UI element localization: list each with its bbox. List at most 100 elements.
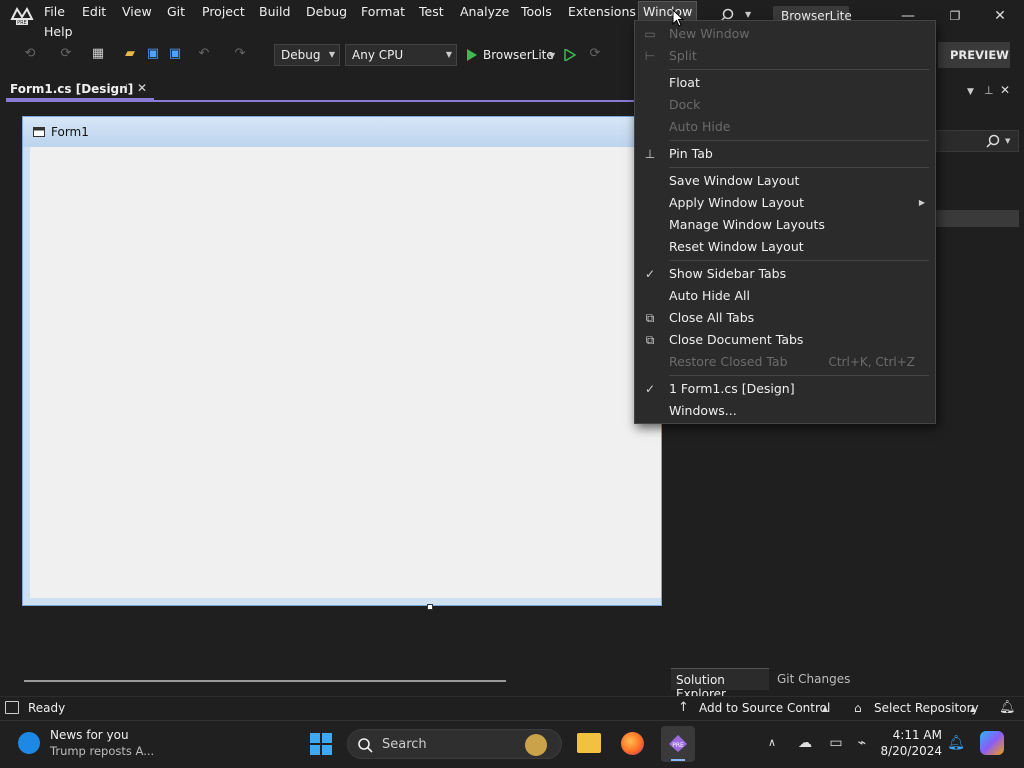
redo-icon[interactable]: ↷ bbox=[232, 46, 248, 62]
form-client-area[interactable] bbox=[30, 147, 661, 598]
resize-handle[interactable] bbox=[427, 604, 433, 610]
menu-item-form1-design[interactable]: ✓ 1 Form1.cs [Design] bbox=[635, 378, 935, 400]
menu-item-auto-hide[interactable]: Auto Hide bbox=[635, 116, 935, 138]
chevron-up-icon[interactable]: ∧ bbox=[763, 734, 781, 752]
close-icon[interactable]: ✕ bbox=[988, 6, 1012, 26]
weather-icon bbox=[18, 732, 40, 754]
notification-bell-icon[interactable]: 🔔︎ bbox=[947, 734, 965, 752]
tree-item-selected[interactable] bbox=[936, 210, 1019, 227]
taskbar-search-box[interactable]: Search bbox=[347, 729, 562, 759]
copilot-icon[interactable] bbox=[980, 731, 1004, 755]
form-icon bbox=[33, 126, 45, 137]
undo-icon[interactable]: ↶ bbox=[196, 46, 212, 62]
add-to-source-control-button[interactable]: ↑ Add to Source Control ▲ bbox=[676, 699, 836, 719]
firefox-icon[interactable] bbox=[621, 732, 644, 755]
tab-solution-explorer[interactable]: Solution Explorer bbox=[671, 668, 769, 701]
menu-item-pin-tab[interactable]: ⊥ Pin Tab bbox=[635, 143, 935, 165]
platform-select[interactable]: Any CPU ▼ bbox=[345, 44, 457, 66]
chevron-down-icon[interactable]: ▼ bbox=[745, 10, 751, 19]
menu-test[interactable]: Test bbox=[417, 2, 446, 21]
vs-logo-icon[interactable]: PRE bbox=[10, 5, 34, 27]
chevron-up-icon: ▲ bbox=[970, 704, 977, 713]
mouse-cursor-icon bbox=[672, 9, 684, 27]
chevron-up-icon: ▲ bbox=[822, 704, 829, 713]
menu-item-label: Close All Tabs bbox=[669, 310, 755, 325]
menu-file[interactable]: File bbox=[42, 2, 67, 21]
menu-item-dock[interactable]: Dock bbox=[635, 94, 935, 116]
menu-window[interactable]: Window bbox=[638, 1, 698, 21]
menu-format[interactable]: Format bbox=[359, 2, 407, 21]
scrollbar-thumb[interactable] bbox=[24, 680, 506, 682]
solution-config-select[interactable]: Debug ▼ bbox=[274, 44, 340, 66]
search-icon bbox=[357, 737, 373, 756]
taskbar-clock[interactable]: 4:11 AM 8/20/2024 bbox=[880, 726, 946, 762]
checkmark-icon: ✓ bbox=[644, 267, 656, 281]
windows-start-icon[interactable] bbox=[309, 732, 333, 756]
tab-git-changes[interactable]: Git Changes bbox=[771, 668, 851, 690]
tab-form1-design[interactable]: Form1.cs [Design] ⊣ ✕ bbox=[6, 80, 154, 100]
solution-search-input[interactable]: ▼ bbox=[936, 130, 1019, 152]
menu-help[interactable]: Help bbox=[42, 22, 75, 41]
start-without-debug-icon[interactable] bbox=[564, 49, 576, 61]
forward-icon[interactable]: ⟳ bbox=[58, 46, 74, 62]
menu-item-close-document-tabs[interactable]: ⧉ Close Document Tabs bbox=[635, 329, 935, 351]
menu-analyze[interactable]: Analyze bbox=[458, 2, 511, 21]
menu-item-close-all-tabs[interactable]: ⧉ Close All Tabs bbox=[635, 307, 935, 329]
menu-item-label: Dock bbox=[669, 97, 701, 112]
menu-item-restore-closed-tab[interactable]: Restore Closed Tab Ctrl+K, Ctrl+Z bbox=[635, 351, 935, 373]
select-repository-label: Select Repository bbox=[874, 701, 979, 715]
form-designer-frame[interactable]: Form1 bbox=[22, 116, 662, 606]
visual-studio-taskbar-icon[interactable]: PRE bbox=[661, 726, 695, 762]
news-widget[interactable]: News for you Trump reposts A... bbox=[14, 726, 174, 762]
menu-item-label: Apply Window Layout bbox=[669, 195, 805, 210]
pin-icon[interactable]: ⊣ bbox=[119, 83, 128, 94]
notification-bell-icon[interactable]: 🔔︎ bbox=[999, 700, 1016, 715]
preview-button[interactable]: PREVIEW bbox=[938, 42, 1010, 68]
menu-item-reset-window-layout[interactable]: Reset Window Layout bbox=[635, 236, 935, 258]
restore-icon[interactable]: ❐ bbox=[943, 6, 967, 26]
onedrive-icon[interactable]: ☁ bbox=[796, 734, 814, 752]
display-icon[interactable]: ▭ bbox=[827, 734, 845, 752]
svg-text:PRE: PRE bbox=[17, 20, 27, 26]
chevron-down-icon[interactable]: ▼ bbox=[967, 87, 974, 97]
menu-item-manage-window-layouts[interactable]: Manage Window Layouts bbox=[635, 214, 935, 236]
menu-extensions[interactable]: Extensions bbox=[566, 2, 638, 21]
chevron-down-icon: ▼ bbox=[549, 51, 556, 60]
horizontal-scrollbar[interactable] bbox=[6, 672, 662, 690]
select-repository-button[interactable]: ⌂ Select Repository ▲ bbox=[852, 699, 982, 719]
menu-item-save-window-layout[interactable]: Save Window Layout bbox=[635, 170, 935, 192]
pin-icon[interactable]: ⊥ bbox=[984, 84, 994, 97]
menu-item-windows[interactable]: Windows... bbox=[635, 400, 935, 422]
menu-view[interactable]: View bbox=[120, 2, 154, 21]
start-debug-button[interactable]: BrowserLite ▼ bbox=[464, 44, 560, 66]
hot-reload-icon[interactable]: ⟳ bbox=[587, 46, 603, 62]
menu-tools[interactable]: Tools bbox=[519, 2, 554, 21]
window-menu-dropdown: ▭ New Window ⊢ Split Float Dock Auto Hid… bbox=[634, 20, 936, 424]
new-project-icon[interactable]: ▦ bbox=[90, 46, 106, 62]
back-icon[interactable]: ⟲ bbox=[22, 46, 38, 62]
save-icon[interactable]: ▣ bbox=[145, 46, 161, 62]
open-folder-icon[interactable]: ▰ bbox=[122, 46, 138, 62]
file-explorer-icon[interactable] bbox=[577, 733, 601, 753]
news-subtitle: Trump reposts A... bbox=[50, 744, 155, 758]
close-icon[interactable]: ✕ bbox=[137, 81, 147, 95]
menu-edit[interactable]: Edit bbox=[80, 2, 108, 21]
menu-item-split[interactable]: ⊢ Split bbox=[635, 45, 935, 67]
menu-build[interactable]: Build bbox=[257, 2, 292, 21]
split-icon: ⊢ bbox=[644, 49, 656, 63]
close-icon[interactable]: ✕ bbox=[1000, 83, 1010, 97]
status-icon bbox=[5, 701, 19, 714]
menu-project[interactable]: Project bbox=[200, 2, 247, 21]
menu-debug[interactable]: Debug bbox=[304, 2, 349, 21]
add-to-source-control-label: Add to Source Control bbox=[699, 701, 831, 715]
save-all-icon[interactable]: ▣ bbox=[167, 46, 183, 62]
menu-item-auto-hide-all[interactable]: Auto Hide All bbox=[635, 285, 935, 307]
network-icon[interactable]: ⌁ bbox=[853, 734, 871, 752]
menu-item-apply-window-layout[interactable]: Apply Window Layout ▶ bbox=[635, 192, 935, 214]
form-caption-bar: Form1 bbox=[23, 117, 661, 147]
new-window-icon: ▭ bbox=[644, 27, 656, 41]
menu-item-float[interactable]: Float bbox=[635, 72, 935, 94]
menu-git[interactable]: Git bbox=[165, 2, 187, 21]
menu-item-show-sidebar-tabs[interactable]: ✓ Show Sidebar Tabs bbox=[635, 263, 935, 285]
chevron-down-icon: ▼ bbox=[445, 50, 452, 59]
